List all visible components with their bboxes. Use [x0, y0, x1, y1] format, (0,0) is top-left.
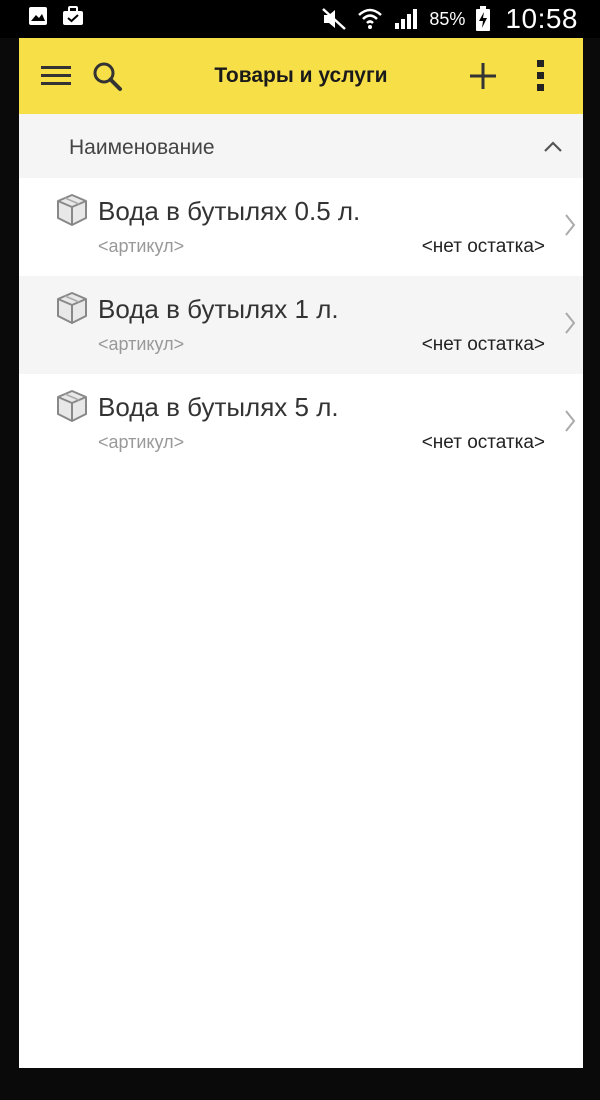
column-header[interactable]: Наименование	[19, 114, 583, 178]
battery-charging-icon	[476, 6, 491, 31]
box-icon	[57, 292, 87, 324]
status-bar: 85% 10:58	[0, 0, 600, 38]
item-name: Вода в бутылях 0.5 л.	[98, 196, 361, 226]
wifi-icon	[358, 8, 383, 29]
gallery-icon	[29, 7, 47, 25]
chevron-right-icon	[565, 410, 576, 432]
product-list: Вода в бутылях 0.5 л. <артикул> <нет ост…	[19, 178, 583, 472]
list-item[interactable]: Вода в бутылях 1 л. <артикул> <нет остат…	[19, 276, 583, 374]
box-icon	[57, 194, 87, 226]
item-sku: <артикул>	[98, 334, 185, 354]
add-button[interactable]	[467, 60, 499, 92]
more-options-button[interactable]	[527, 58, 555, 94]
status-notifications	[28, 6, 84, 26]
column-header-label: Наименование	[69, 136, 215, 159]
battery-percent: 85%	[429, 8, 466, 29]
toolbar: Товары и услуги	[19, 38, 583, 114]
box-icon	[57, 390, 87, 422]
page-title: Товары и услуги	[214, 64, 388, 87]
chevron-up-icon[interactable]	[541, 136, 565, 156]
item-sku: <артикул>	[98, 432, 185, 452]
item-stock: <нет остатка>	[421, 236, 545, 257]
clock: 10:58	[505, 3, 578, 34]
item-name: Вода в бутылях 1 л.	[98, 294, 339, 324]
chevron-right-icon	[565, 214, 576, 236]
list-item[interactable]: Вода в бутылях 0.5 л. <артикул> <нет ост…	[19, 178, 583, 276]
item-stock: <нет остатка>	[421, 432, 545, 453]
mute-icon	[322, 8, 347, 30]
search-button[interactable]	[91, 60, 125, 92]
item-stock: <нет остатка>	[421, 334, 545, 355]
menu-button[interactable]	[39, 60, 73, 92]
status-system: 85% 10:58	[321, 2, 578, 36]
plus-icon	[470, 63, 496, 89]
menu-icon	[41, 66, 71, 85]
more-vertical-icon	[537, 60, 544, 91]
briefcase-check-icon	[63, 6, 83, 25]
phone-frame: 85% 10:58 Товары и услуги Наименование В…	[0, 0, 600, 1100]
signal-icon	[395, 9, 418, 29]
search-icon	[93, 62, 122, 91]
item-name: Вода в бутылях 5 л.	[98, 392, 339, 422]
list-item[interactable]: Вода в бутылях 5 л. <артикул> <нет остат…	[19, 374, 583, 472]
chevron-right-icon	[565, 312, 576, 334]
item-sku: <артикул>	[98, 236, 185, 256]
app-screen: Товары и услуги Наименование Вода в буты…	[19, 38, 583, 1068]
